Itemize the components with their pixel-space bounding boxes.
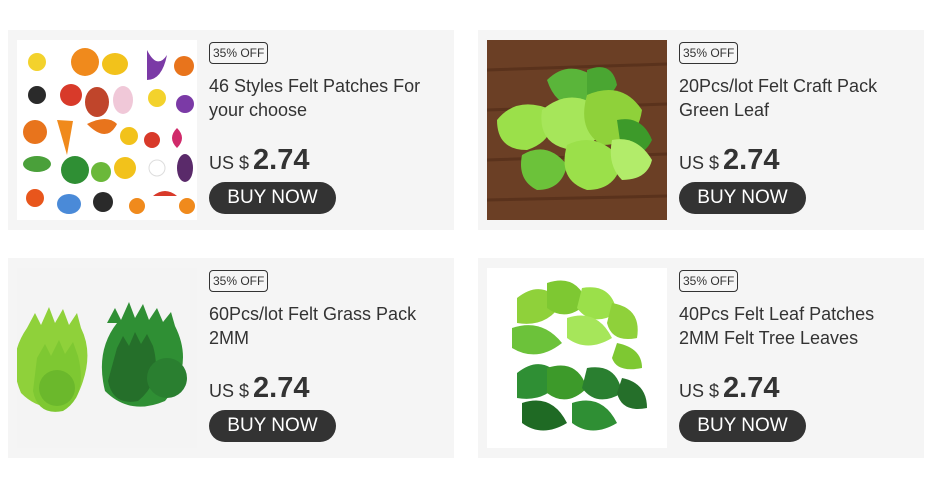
discount-badge: 35% OFF bbox=[209, 42, 269, 64]
felt-animals-fruits-image bbox=[17, 40, 197, 220]
price-currency: US $ bbox=[209, 381, 250, 401]
product-image[interactable] bbox=[17, 268, 197, 448]
buy-now-button[interactable]: BUY NOW bbox=[679, 182, 806, 214]
product-title[interactable]: 46 Styles Felt Patches For your choose bbox=[209, 74, 449, 122]
felt-grass-image bbox=[17, 268, 197, 448]
product-price: US $2.74 bbox=[679, 372, 779, 405]
discount-badge: 35% OFF bbox=[209, 270, 269, 292]
product-title[interactable]: 20Pcs/lot Felt Craft Pack Green Leaf bbox=[679, 74, 919, 122]
product-image[interactable] bbox=[487, 268, 667, 448]
product-price: US $2.74 bbox=[209, 144, 309, 177]
felt-green-leaves-wood-image bbox=[487, 40, 667, 220]
product-title[interactable]: 40Pcs Felt Leaf Patches 2MM Felt Tree Le… bbox=[679, 302, 919, 350]
product-title[interactable]: 60Pcs/lot Felt Grass Pack 2MM bbox=[209, 302, 449, 350]
product-card[interactable]: 35% OFF 20Pcs/lot Felt Craft Pack Green … bbox=[478, 30, 924, 230]
price-currency: US $ bbox=[209, 153, 250, 173]
product-card[interactable]: 35% OFF 46 Styles Felt Patches For your … bbox=[8, 30, 454, 230]
price-value: 2.74 bbox=[723, 372, 780, 404]
felt-tree-leaves-image bbox=[487, 268, 667, 448]
buy-now-button[interactable]: BUY NOW bbox=[209, 410, 336, 442]
product-card[interactable]: 35% OFF 40Pcs Felt Leaf Patches 2MM Felt… bbox=[478, 258, 924, 458]
price-value: 2.74 bbox=[253, 144, 310, 176]
product-image[interactable] bbox=[17, 40, 197, 220]
product-price: US $2.74 bbox=[679, 144, 779, 177]
price-value: 2.74 bbox=[253, 372, 310, 404]
product-price: US $2.74 bbox=[209, 372, 309, 405]
price-currency: US $ bbox=[679, 381, 720, 401]
discount-badge: 35% OFF bbox=[679, 42, 739, 64]
price-value: 2.74 bbox=[723, 144, 780, 176]
discount-badge: 35% OFF bbox=[679, 270, 739, 292]
product-card[interactable]: 35% OFF 60Pcs/lot Felt Grass Pack 2MM US… bbox=[8, 258, 454, 458]
product-image[interactable] bbox=[487, 40, 667, 220]
buy-now-button[interactable]: BUY NOW bbox=[209, 182, 336, 214]
price-currency: US $ bbox=[679, 153, 720, 173]
buy-now-button[interactable]: BUY NOW bbox=[679, 410, 806, 442]
